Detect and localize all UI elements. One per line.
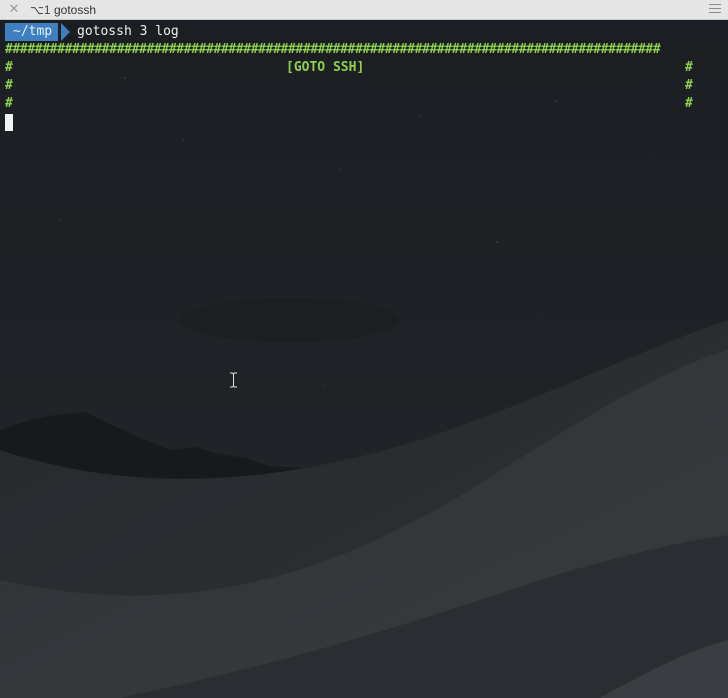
banner-right-hash: # (685, 78, 693, 93)
banner-left-hash: # (5, 60, 13, 75)
banner-right-hash: # (685, 60, 693, 75)
terminal-window: ✕ ⌥1 gotossh ~/tmp gotossh 3 log #######… (0, 0, 728, 698)
terminal-content[interactable]: ~/tmp gotossh 3 log ####################… (0, 20, 728, 698)
banner-left-hash: # (5, 78, 13, 93)
text-ibeam-cursor-icon (230, 372, 237, 388)
hamburger-menu-icon[interactable] (709, 4, 721, 15)
banner-title: [GOTO SSH] (286, 60, 365, 75)
prompt-directory: ~/tmp (5, 23, 59, 41)
typed-command: gotossh 3 log (77, 24, 179, 39)
block-cursor (5, 114, 13, 131)
banner-left-hash: # (5, 96, 13, 111)
close-icon[interactable]: ✕ (7, 2, 21, 16)
tab-title[interactable]: gotossh (54, 3, 96, 17)
title-bar: ✕ ⌥1 gotossh (0, 0, 728, 20)
banner-right-hash: # (685, 96, 693, 111)
prompt-arrow-icon (61, 23, 70, 41)
banner-border-line: ########################################… (5, 42, 661, 57)
tab-shortcut-label: ⌥1 (30, 3, 51, 17)
